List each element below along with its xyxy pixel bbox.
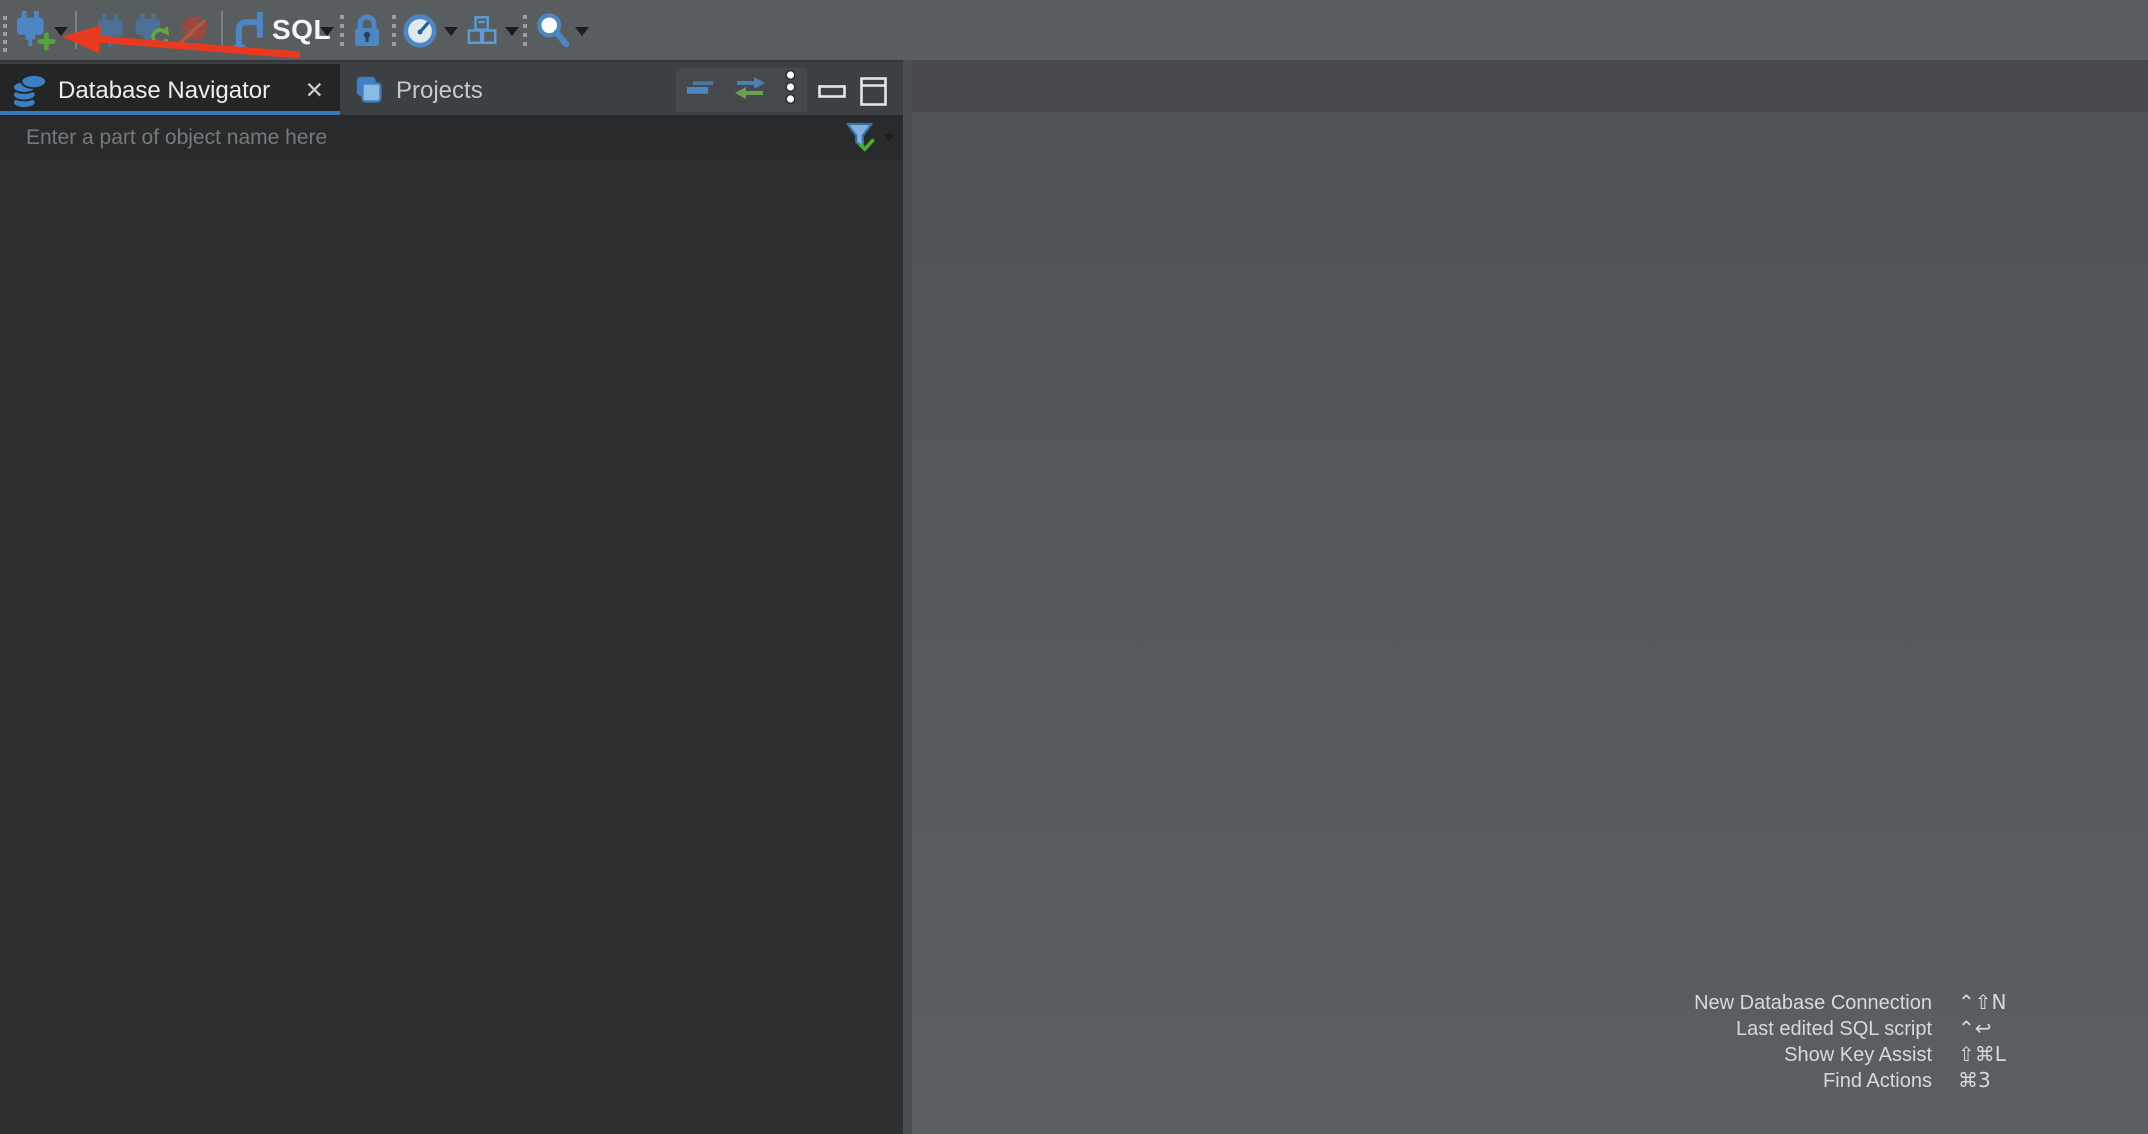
dbeaver-window: SQL bbox=[0, 0, 2148, 1134]
link-editor-icon bbox=[734, 77, 766, 99]
hint-keys: ⌃↩ bbox=[1958, 1016, 2042, 1040]
toolbar-separator bbox=[75, 11, 77, 49]
lock-button[interactable] bbox=[352, 13, 382, 54]
left-view-tabstrip: Database Navigator ✕ Projects bbox=[0, 60, 903, 115]
dashboard-button[interactable] bbox=[402, 13, 438, 54]
maximize-view-button[interactable] bbox=[860, 77, 887, 111]
main-toolbar: SQL bbox=[0, 0, 2148, 60]
plugins-button[interactable] bbox=[466, 14, 500, 52]
toolbar-separator bbox=[523, 15, 527, 46]
hint-label: Show Key Assist bbox=[1522, 1044, 1932, 1067]
hint-label: Find Actions bbox=[1522, 1070, 1932, 1093]
plug-refresh-icon bbox=[133, 13, 171, 51]
hint-row: New Database Connection ⌃⇧N bbox=[1522, 990, 2042, 1016]
hint-keys: ⌘3 bbox=[1958, 1068, 2042, 1092]
search-icon bbox=[536, 12, 570, 49]
shortcut-hints: New Database Connection ⌃⇧N Last edited … bbox=[1522, 990, 2042, 1094]
panel-sash[interactable] bbox=[903, 60, 912, 1134]
boxes-icon bbox=[466, 14, 500, 47]
database-navigator-icon bbox=[12, 72, 48, 110]
hint-label: New Database Connection bbox=[1522, 992, 1932, 1015]
toolbar-drag-handle-icon[interactable] bbox=[3, 16, 7, 52]
tab-label: Database Navigator bbox=[58, 77, 270, 105]
search-dropdown[interactable] bbox=[575, 27, 589, 36]
tab-label: Projects bbox=[396, 77, 483, 105]
view-toolbar bbox=[676, 68, 807, 112]
link-with-editor-button[interactable] bbox=[734, 77, 766, 104]
tab-database-navigator[interactable]: Database Navigator ✕ bbox=[0, 64, 340, 117]
sql-editor-dropdown[interactable] bbox=[320, 27, 334, 36]
collapse-all-button[interactable] bbox=[686, 81, 715, 100]
plug-plus-icon bbox=[14, 11, 56, 51]
editor-top-band bbox=[912, 60, 2148, 112]
hint-row: Find Actions ⌘3 bbox=[1522, 1068, 2042, 1094]
hint-keys: ⇧⌘L bbox=[1958, 1042, 2042, 1066]
plug-slash-icon bbox=[176, 13, 210, 49]
gauge-icon bbox=[402, 13, 438, 49]
search-button[interactable] bbox=[536, 12, 570, 54]
toolbar-separator bbox=[221, 11, 223, 49]
disconnect-button bbox=[176, 13, 210, 54]
filter-settings-button[interactable] bbox=[845, 122, 876, 158]
maximize-icon bbox=[860, 77, 887, 106]
sql-editor-icon bbox=[232, 10, 268, 50]
hint-row: Show Key Assist ⇧⌘L bbox=[1522, 1042, 2042, 1068]
new-connection-button[interactable] bbox=[14, 11, 56, 56]
new-connection-dropdown[interactable] bbox=[54, 27, 68, 36]
vertical-dots-icon bbox=[784, 70, 797, 105]
hint-keys: ⌃⇧N bbox=[1958, 990, 2042, 1014]
lock-icon bbox=[352, 13, 382, 49]
plug-icon bbox=[94, 14, 126, 50]
connect-button bbox=[94, 14, 126, 55]
minimize-icon bbox=[818, 85, 846, 98]
reconnect-button bbox=[133, 13, 171, 56]
close-tab-icon[interactable]: ✕ bbox=[305, 77, 324, 104]
editor-area: New Database Connection ⌃⇧N Last edited … bbox=[912, 60, 2148, 1134]
minimize-view-button[interactable] bbox=[818, 85, 846, 103]
plugins-dropdown[interactable] bbox=[505, 27, 519, 36]
open-sql-editor-button[interactable]: SQL bbox=[232, 10, 331, 50]
hint-row: Last edited SQL script ⌃↩ bbox=[1522, 1016, 2042, 1042]
filter-dropdown[interactable] bbox=[883, 134, 895, 142]
hint-label: Last edited SQL script bbox=[1522, 1018, 1932, 1041]
object-filter-bar bbox=[0, 115, 903, 160]
tab-projects[interactable]: Projects bbox=[340, 64, 510, 117]
projects-icon bbox=[354, 75, 386, 107]
database-navigator-tree[interactable] bbox=[0, 160, 903, 1134]
toolbar-separator bbox=[340, 15, 344, 46]
funnel-check-icon bbox=[845, 122, 876, 153]
object-filter-input[interactable] bbox=[26, 121, 806, 154]
collapse-all-icon bbox=[686, 81, 715, 95]
dashboard-dropdown[interactable] bbox=[444, 27, 458, 36]
view-menu-button[interactable] bbox=[784, 70, 797, 110]
toolbar-separator bbox=[392, 15, 396, 46]
